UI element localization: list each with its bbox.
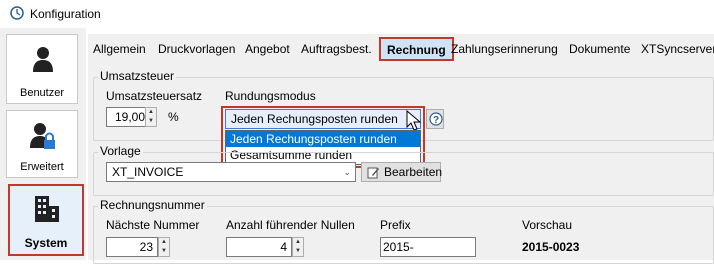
stepper-down-icon[interactable]: ▼ bbox=[159, 247, 169, 256]
sidebar-item-system[interactable]: System bbox=[8, 184, 84, 256]
sidebar-item-label: Erweitert bbox=[20, 161, 64, 173]
tax-rate-input[interactable]: 19,00 bbox=[106, 107, 148, 127]
leading-zeros-stepper[interactable]: ▲ ▼ bbox=[292, 237, 304, 257]
edit-icon bbox=[367, 167, 379, 179]
leading-zeros-input[interactable]: 4 bbox=[226, 237, 292, 257]
tab-angebot[interactable]: Angebot bbox=[245, 42, 290, 56]
group-label: Vorlage bbox=[98, 144, 143, 158]
tax-rate-stepper[interactable]: ▲ ▼ bbox=[145, 107, 157, 127]
settings-content: Umsatzsteuer Umsatzsteuersatz 19,00 ▲ ▼ … bbox=[88, 64, 714, 264]
tab-rechnung[interactable]: Rechnung bbox=[379, 37, 454, 61]
next-number-stepper[interactable]: ▲ ▼ bbox=[158, 237, 170, 257]
stepper-up-icon[interactable]: ▲ bbox=[159, 238, 169, 247]
stepper-up-icon[interactable]: ▲ bbox=[293, 238, 303, 247]
template-selected-value: XT_INVOICE bbox=[112, 165, 184, 179]
tax-rate-label: Umsatzsteuersatz bbox=[106, 89, 203, 103]
user-lock-icon bbox=[30, 123, 55, 149]
sidebar-item-erweitert[interactable]: Erweitert bbox=[6, 110, 78, 178]
edit-button-label: Bearbeiten bbox=[384, 165, 443, 179]
tab-bar: Allgemein Druckvorlagen Angebot Auftrags… bbox=[88, 34, 714, 64]
tab-druckvorlagen[interactable]: Druckvorlagen bbox=[158, 42, 235, 56]
group-label: Rechnungsnummer bbox=[98, 198, 207, 212]
building-icon bbox=[35, 196, 59, 222]
template-select[interactable]: XT_INVOICE ⌄ bbox=[106, 162, 356, 182]
clock-icon bbox=[10, 6, 24, 20]
tab-zahlungserinnerung[interactable]: Zahlungserinnerung bbox=[451, 42, 558, 56]
sidebar-item-label: Benutzer bbox=[19, 87, 65, 99]
window-title: Konfiguration bbox=[30, 7, 101, 21]
edit-template-button[interactable]: Bearbeiten bbox=[361, 162, 443, 182]
group-label: Umsatzsteuer bbox=[98, 69, 177, 83]
percent-sign: % bbox=[168, 110, 179, 124]
preview-label: Vorschau bbox=[522, 218, 573, 232]
leading-zeros-label: Anzahl führender Nullen bbox=[226, 218, 355, 232]
prefix-input[interactable]: 2015- bbox=[380, 237, 476, 257]
tab-dokumente[interactable]: Dokumente bbox=[569, 42, 630, 56]
stepper-down-icon[interactable]: ▼ bbox=[293, 247, 303, 256]
rounding-label: Rundungsmodus bbox=[225, 89, 316, 103]
tab-allgemein[interactable]: Allgemein bbox=[93, 42, 146, 56]
sidebar-item-label: System bbox=[24, 236, 68, 250]
chevron-down-icon[interactable]: ⌄ bbox=[343, 163, 351, 181]
prefix-label: Prefix bbox=[380, 218, 411, 232]
sidebar: Benutzer Erweitert System bbox=[0, 28, 86, 260]
next-number-label: Nächste Nummer bbox=[106, 218, 200, 232]
preview-value: 2015-0023 bbox=[522, 240, 580, 254]
help-icon: ? bbox=[429, 112, 443, 126]
svg-text:?: ? bbox=[433, 115, 439, 126]
help-button[interactable]: ? bbox=[426, 109, 444, 129]
user-icon bbox=[33, 47, 53, 72]
title-bar: Konfiguration bbox=[0, 0, 714, 28]
sidebar-item-benutzer[interactable]: Benutzer bbox=[6, 34, 78, 104]
stepper-down-icon[interactable]: ▼ bbox=[146, 117, 156, 126]
stepper-up-icon[interactable]: ▲ bbox=[146, 108, 156, 117]
next-number-input[interactable]: 23 bbox=[106, 237, 158, 257]
tab-auftragsbest[interactable]: Auftragsbest. bbox=[301, 42, 372, 56]
tab-xtsyncserver[interactable]: XTSyncserver bbox=[641, 42, 714, 56]
